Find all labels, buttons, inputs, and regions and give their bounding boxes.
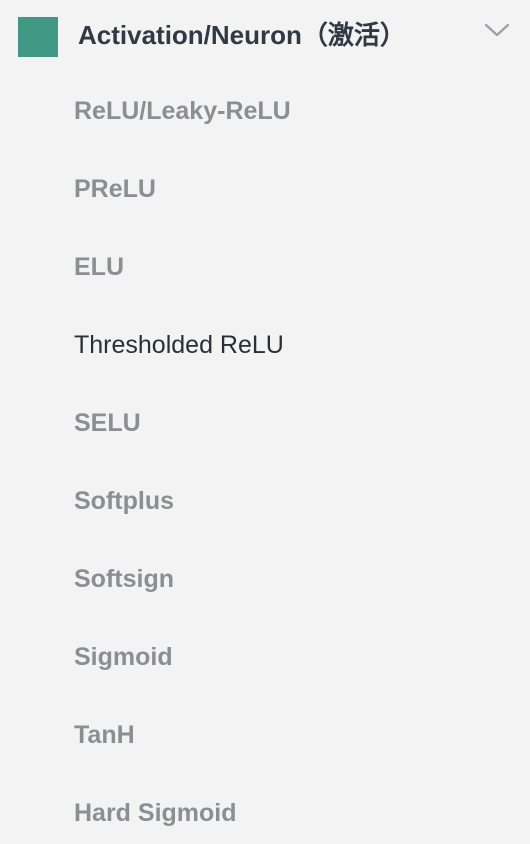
group-color-swatch <box>18 17 58 57</box>
menu-item-elu[interactable]: ELU <box>74 247 124 287</box>
menu-item-softsign[interactable]: Softsign <box>74 559 174 599</box>
menu-item-sigmoid[interactable]: Sigmoid <box>74 637 173 677</box>
menu-item-softplus[interactable]: Softplus <box>74 481 174 521</box>
menu-item-hard-sigmoid[interactable]: Hard Sigmoid <box>74 793 237 833</box>
group-title: Activation/Neuron（激活） <box>78 20 406 50</box>
menu-item-prelu[interactable]: PReLU <box>74 169 156 209</box>
menu-item-selu[interactable]: SELU <box>74 403 141 443</box>
sidebar-menu: Activation/Neuron（激活） ReLU/Leaky-ReLU PR… <box>0 0 530 844</box>
menu-item-thresholded-relu[interactable]: Thresholded ReLU <box>74 325 284 365</box>
chevron-down-icon[interactable] <box>484 22 510 38</box>
menu-item-tanh[interactable]: TanH <box>74 715 135 755</box>
group-header-activation[interactable]: Activation/Neuron（激活） <box>0 0 530 72</box>
menu-item-relu-leaky-relu[interactable]: ReLU/Leaky-ReLU <box>74 91 291 131</box>
